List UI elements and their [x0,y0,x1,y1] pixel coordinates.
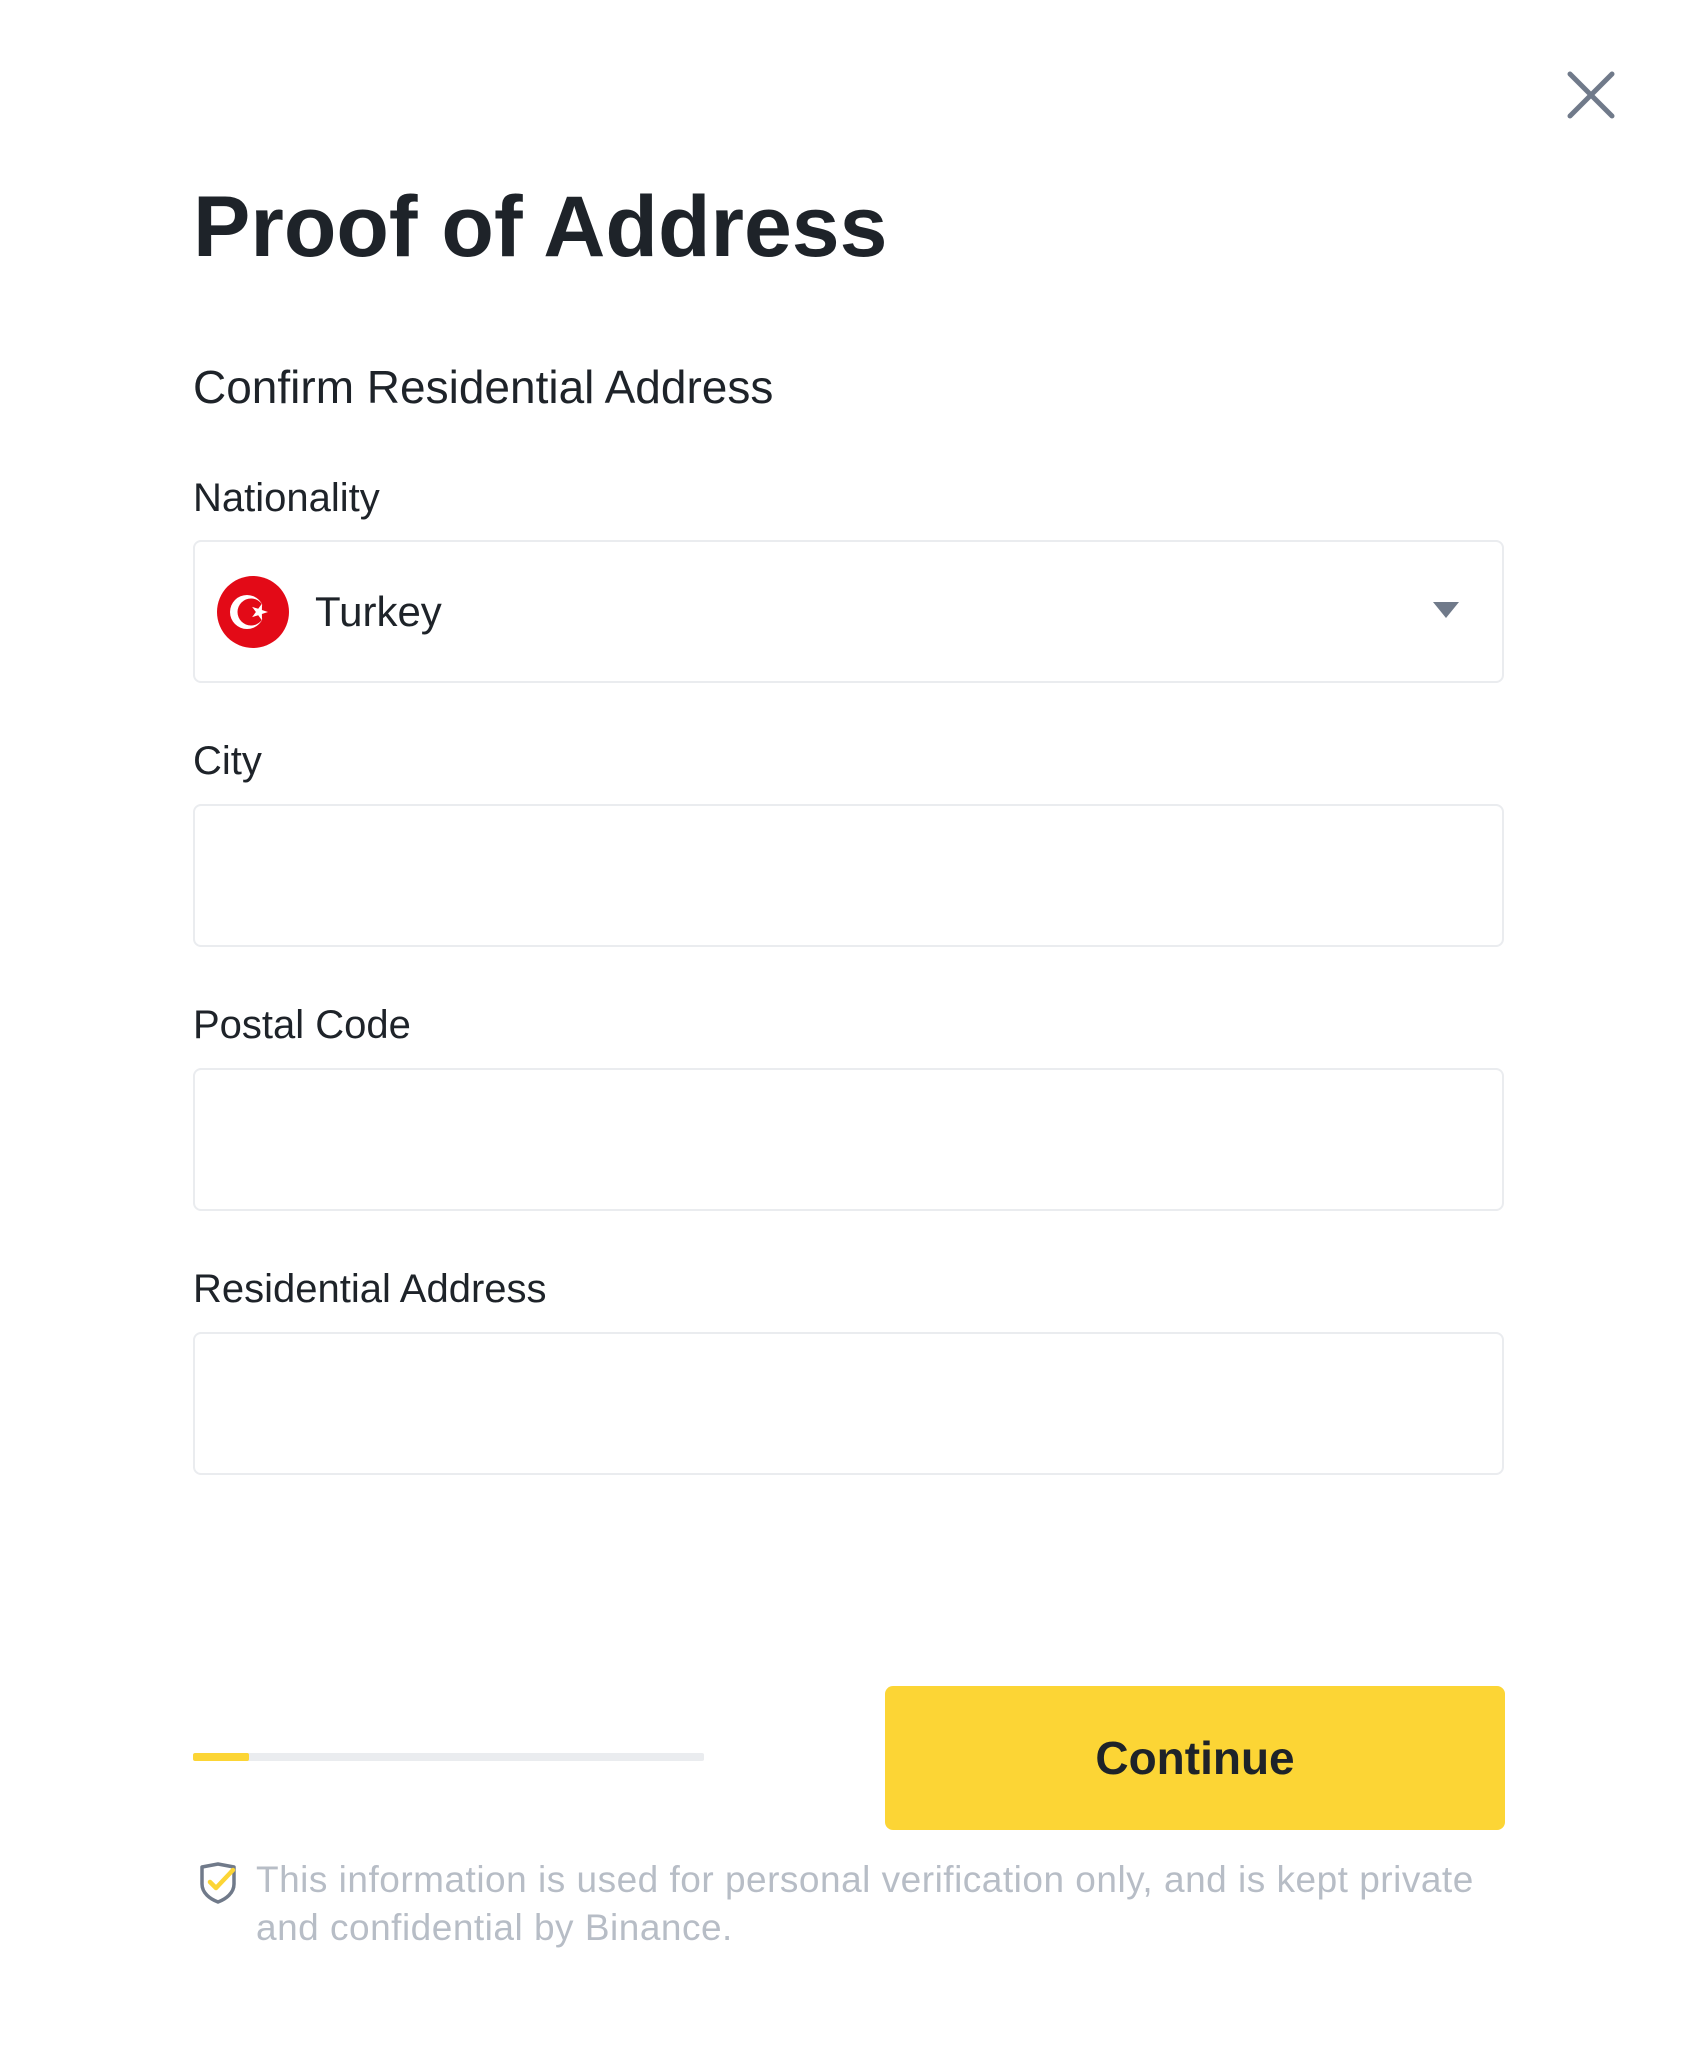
proof-of-address-dialog: Proof of Address Confirm Residential Add… [0,0,1699,2048]
progress-bar [193,1753,704,1761]
residential-address-label: Residential Address [193,1267,547,1311]
postal-code-input[interactable] [219,1070,1474,1209]
nationality-select[interactable]: Turkey [193,540,1504,683]
city-field [193,804,1504,947]
close-button[interactable] [1564,68,1618,122]
city-input[interactable] [219,806,1474,945]
close-icon [1564,68,1618,122]
nationality-value: Turkey [315,588,442,635]
postal-code-label: Postal Code [193,1003,411,1047]
residential-address-input[interactable] [219,1334,1474,1473]
privacy-notice-text: This information is used for personal ve… [256,1859,1474,1948]
progress-bar-fill [193,1753,250,1761]
residential-address-field [193,1332,1504,1475]
shield-check-icon [199,1862,237,1904]
postal-code-field [193,1068,1504,1211]
page-title: Proof of Address [193,179,888,275]
nationality-label: Nationality [193,476,380,520]
caret-down-icon [1431,598,1461,622]
section-subtitle: Confirm Residential Address [193,361,774,413]
turkey-flag-icon [217,576,289,648]
city-label: City [193,739,262,783]
continue-button[interactable]: Continue [885,1686,1505,1830]
